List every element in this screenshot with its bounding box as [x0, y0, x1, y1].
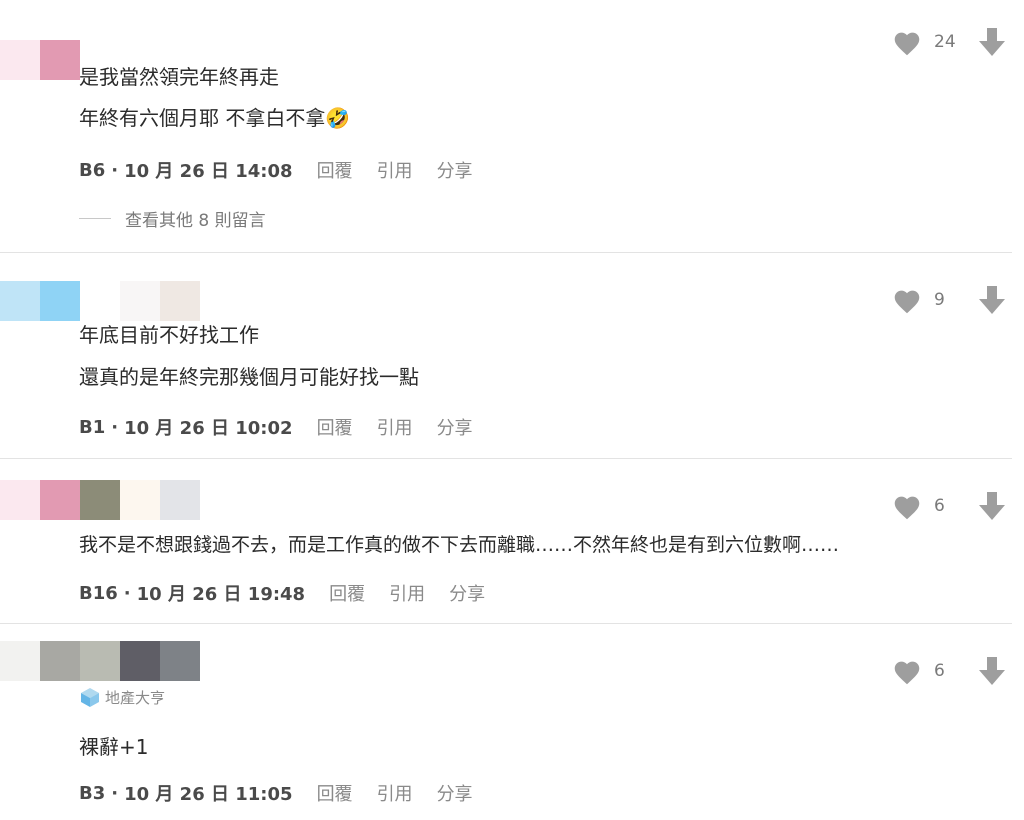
like-count: 6 — [934, 496, 945, 516]
heart-icon — [894, 32, 920, 55]
separator: · — [111, 416, 119, 438]
divider — [0, 458, 1012, 459]
share-button[interactable]: 分享 — [449, 580, 485, 606]
comment-text-line: 裸辭+1 — [79, 735, 149, 759]
comment-text-line: 還真的是年終完那幾個月可能好找一點 — [79, 365, 419, 389]
floor-number: B1 — [79, 416, 106, 438]
avatar-pixel-block — [160, 641, 200, 681]
quote-button[interactable]: 引用 — [377, 414, 413, 440]
avatar-pixel-block — [80, 281, 120, 321]
floor-number: B16 — [79, 582, 118, 604]
avatar-pixel-block — [40, 480, 80, 520]
timestamp: 10 月 26 日 10:02 — [124, 418, 293, 439]
dislike-button[interactable] — [978, 27, 1006, 57]
reply-button[interactable]: 回覆 — [317, 157, 353, 183]
avatar-pixel-block — [40, 281, 80, 321]
reply-button[interactable]: 回覆 — [329, 580, 365, 606]
dislike-button[interactable] — [978, 491, 1006, 521]
avatar-pixel-block — [80, 480, 120, 520]
like-button[interactable]: 6 — [892, 493, 956, 520]
heart-icon — [894, 496, 920, 519]
avatar-pixel-block — [0, 40, 40, 80]
reply-button[interactable]: 回覆 — [317, 414, 353, 440]
dislike-button[interactable] — [978, 656, 1006, 686]
timestamp: 10 月 26 日 11:05 — [124, 784, 293, 805]
like-button[interactable]: 6 — [892, 658, 956, 685]
comment-text-line: 年底目前不好找工作 — [79, 323, 259, 347]
like-count: 9 — [934, 290, 945, 310]
comment-text-line: 是我當然領完年終再走 — [79, 65, 279, 89]
arrow-down-icon — [979, 657, 1005, 685]
user-badge-label: 地產大亨 — [105, 688, 166, 707]
reaction-bar: 24 — [874, 27, 1024, 57]
avatar-pixel-block — [0, 480, 40, 520]
share-button[interactable]: 分享 — [437, 780, 473, 806]
floor-number: B3 — [79, 782, 106, 804]
view-more-replies-link[interactable]: 查看其他 8 則留言 — [79, 206, 266, 231]
separator: · — [111, 159, 119, 181]
quote-button[interactable]: 引用 — [389, 580, 425, 606]
like-count: 24 — [934, 32, 956, 52]
like-button[interactable]: 24 — [892, 29, 956, 56]
comment-footer: B16 · 10 月 26 日 19:48 回覆 引用 分享 — [79, 580, 485, 606]
house-icon — [81, 688, 99, 707]
separator: · — [123, 582, 131, 604]
avatar-pixel-block — [0, 281, 40, 321]
arrow-down-icon — [979, 492, 1005, 520]
arrow-down-icon — [979, 286, 1005, 314]
comment-footer: B1 · 10 月 26 日 10:02 回覆 引用 分享 — [79, 414, 473, 440]
like-button[interactable]: 9 — [892, 287, 956, 314]
avatar[interactable] — [0, 281, 200, 321]
reaction-bar: 6 — [874, 491, 1024, 521]
quote-button[interactable]: 引用 — [377, 157, 413, 183]
avatar[interactable] — [0, 641, 200, 681]
avatar-pixel-block — [120, 480, 160, 520]
divider — [0, 623, 1012, 624]
reply-button[interactable]: 回覆 — [317, 780, 353, 806]
avatar[interactable] — [0, 40, 80, 80]
timestamp: 10 月 26 日 19:48 — [136, 584, 306, 605]
avatar-pixel-block — [160, 281, 200, 321]
comment-text-line: 我不是不想跟錢過不去，而是工作真的做不下去而離職……不然年終也是有到六位數啊…… — [79, 534, 840, 556]
heart-icon — [894, 661, 920, 684]
avatar-pixel-block — [80, 641, 120, 681]
avatar-pixel-block — [120, 641, 160, 681]
avatar-pixel-block — [0, 641, 40, 681]
comment-text-line: 年終有六個月耶 不拿白不拿🤣 — [79, 106, 351, 130]
timestamp: 10 月 26 日 14:08 — [124, 161, 293, 182]
arrow-down-icon — [979, 28, 1005, 56]
comment-footer: B3 · 10 月 26 日 11:05 回覆 引用 分享 — [79, 780, 473, 806]
reaction-bar: 9 — [874, 285, 1024, 315]
reaction-bar: 6 — [874, 656, 1024, 686]
user-badge: 地產大亨 — [79, 686, 165, 708]
avatar-pixel-block — [40, 40, 80, 80]
comment-footer: B6 · 10 月 26 日 14:08 回覆 引用 分享 — [79, 157, 473, 183]
separator: · — [111, 782, 119, 804]
like-count: 6 — [934, 661, 945, 681]
heart-icon — [894, 290, 920, 313]
view-more-replies-label: 查看其他 8 則留言 — [125, 211, 266, 231]
avatar-pixel-block — [160, 480, 200, 520]
avatar-pixel-block — [40, 641, 80, 681]
floor-number: B6 — [79, 159, 106, 181]
dislike-button[interactable] — [978, 285, 1006, 315]
avatar-pixel-block — [120, 281, 160, 321]
quote-button[interactable]: 引用 — [377, 780, 413, 806]
avatar[interactable] — [0, 480, 200, 520]
divider-dash — [79, 218, 111, 219]
divider — [0, 252, 1012, 253]
share-button[interactable]: 分享 — [437, 157, 473, 183]
share-button[interactable]: 分享 — [437, 414, 473, 440]
